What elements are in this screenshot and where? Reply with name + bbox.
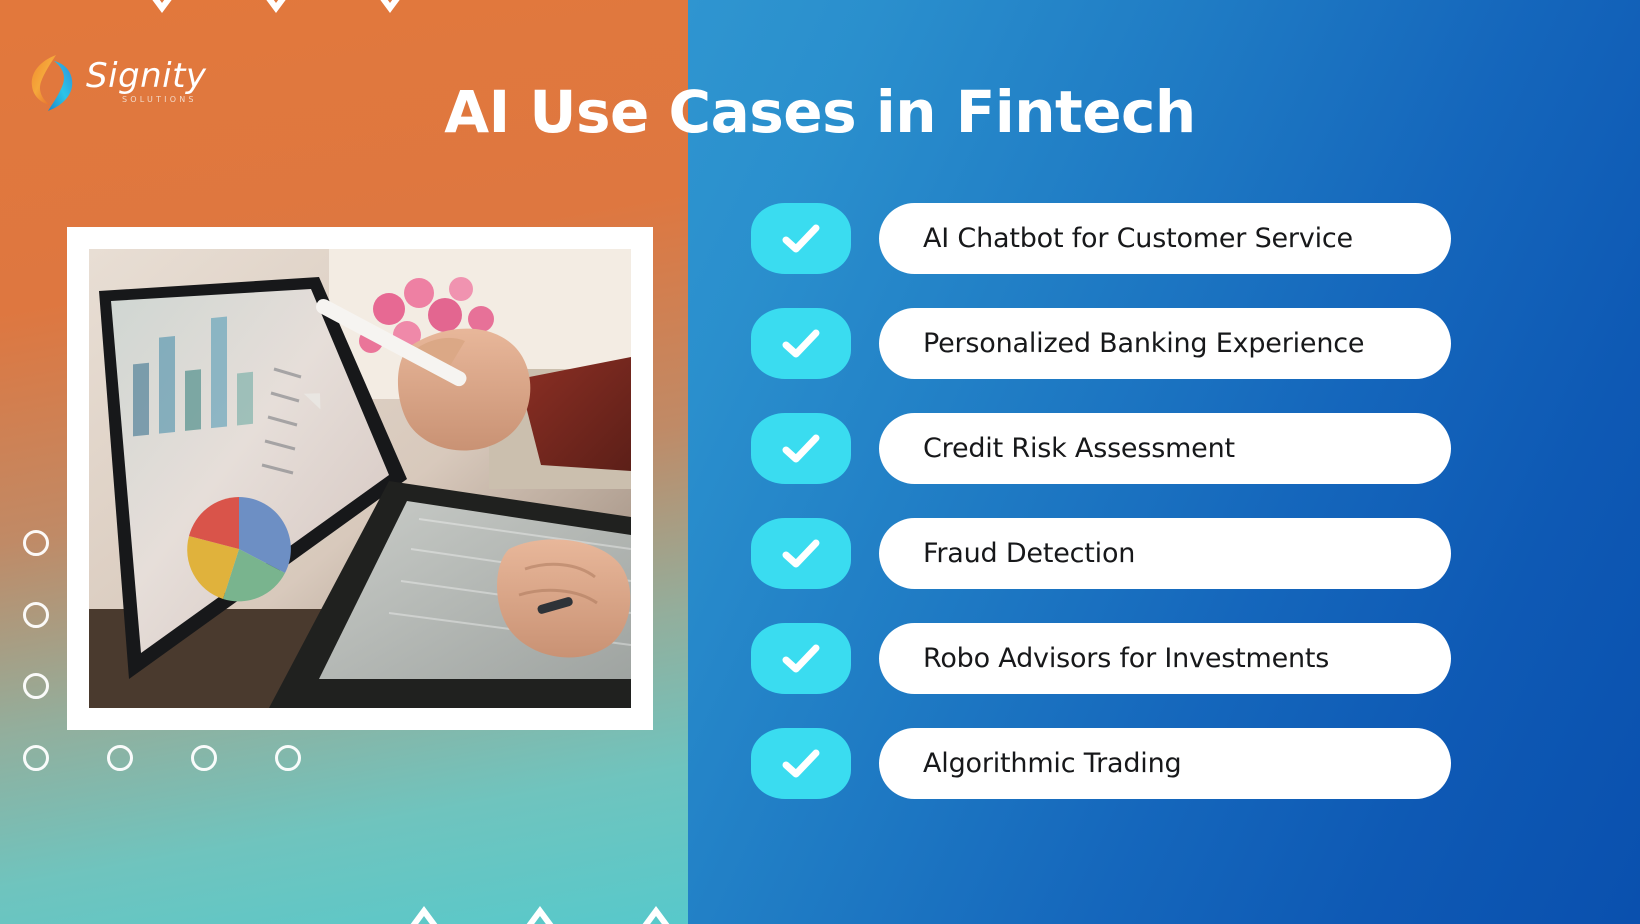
check-icon bbox=[782, 749, 820, 777]
photo-frame bbox=[67, 227, 653, 730]
laptop-photo-illustration bbox=[89, 249, 631, 708]
circle-outline-icon bbox=[23, 673, 49, 699]
check-icon bbox=[782, 329, 820, 357]
use-case-pill[interactable]: AI Chatbot for Customer Service bbox=[879, 203, 1451, 274]
laptop-photo bbox=[89, 249, 631, 708]
use-case-label: Credit Risk Assessment bbox=[923, 433, 1235, 464]
use-case-checklist: AI Chatbot for Customer Service Personal… bbox=[751, 203, 1451, 799]
check-badge bbox=[751, 518, 851, 589]
list-item[interactable]: Fraud Detection bbox=[751, 518, 1451, 589]
check-badge bbox=[751, 413, 851, 484]
use-case-label: Fraud Detection bbox=[923, 538, 1136, 569]
use-case-pill[interactable]: Algorithmic Trading bbox=[879, 728, 1451, 799]
use-case-label: Algorithmic Trading bbox=[923, 748, 1182, 779]
use-case-pill[interactable]: Credit Risk Assessment bbox=[879, 413, 1451, 484]
use-case-pill[interactable]: Personalized Banking Experience bbox=[879, 308, 1451, 379]
check-badge bbox=[751, 623, 851, 694]
circle-outline-icon bbox=[23, 530, 49, 556]
use-case-pill[interactable]: Robo Advisors for Investments bbox=[879, 623, 1451, 694]
list-item[interactable]: AI Chatbot for Customer Service bbox=[751, 203, 1451, 274]
use-case-label: Robo Advisors for Investments bbox=[923, 643, 1330, 674]
infographic-canvas: Signity SOLUTIONS AI Use Cases in Fintec… bbox=[0, 0, 1640, 924]
list-item[interactable]: Algorithmic Trading bbox=[751, 728, 1451, 799]
circle-outline-icon bbox=[191, 745, 217, 771]
use-case-label: AI Chatbot for Customer Service bbox=[923, 223, 1353, 254]
list-item[interactable]: Credit Risk Assessment bbox=[751, 413, 1451, 484]
check-badge bbox=[751, 728, 851, 799]
check-badge bbox=[751, 308, 851, 379]
circle-outline-icon bbox=[23, 745, 49, 771]
check-icon bbox=[782, 644, 820, 672]
circle-outline-icon bbox=[275, 745, 301, 771]
check-icon bbox=[782, 539, 820, 567]
circle-outline-icon bbox=[23, 602, 49, 628]
check-icon bbox=[782, 224, 820, 252]
use-case-pill[interactable]: Fraud Detection bbox=[879, 518, 1451, 589]
list-item[interactable]: Robo Advisors for Investments bbox=[751, 623, 1451, 694]
check-badge bbox=[751, 203, 851, 274]
list-item[interactable]: Personalized Banking Experience bbox=[751, 308, 1451, 379]
page-title: AI Use Cases in Fintech bbox=[444, 78, 1196, 146]
circle-outline-icon bbox=[107, 745, 133, 771]
check-icon bbox=[782, 434, 820, 462]
use-case-label: Personalized Banking Experience bbox=[923, 328, 1365, 359]
